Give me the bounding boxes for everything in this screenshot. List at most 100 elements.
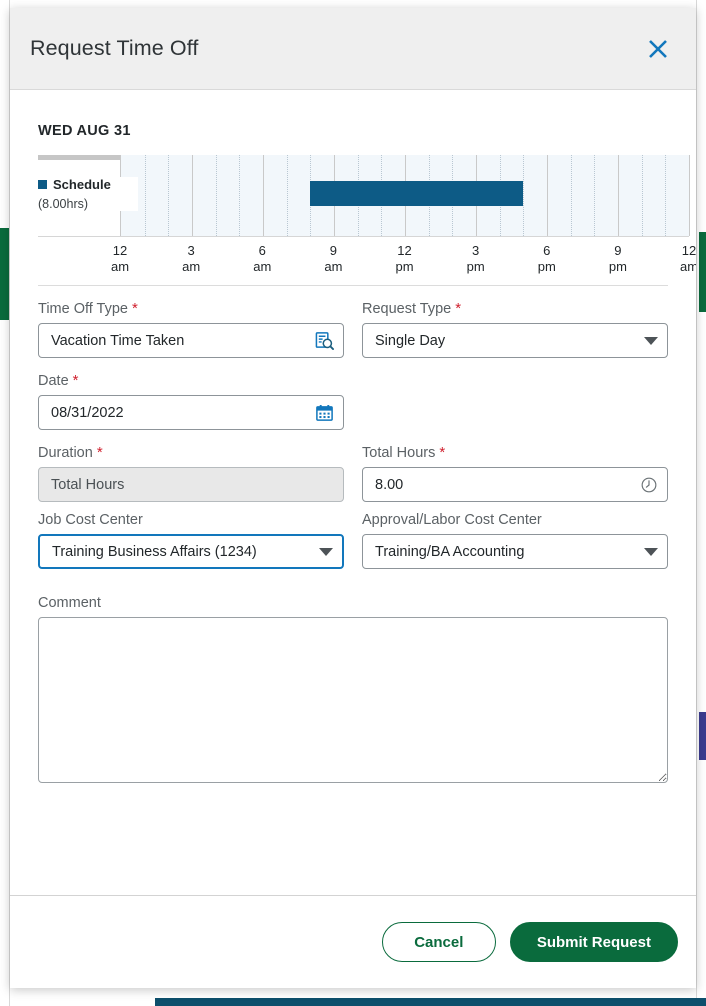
chart-bar-schedule (310, 181, 524, 206)
approval-labor-cost-center-select[interactable]: Training/BA Accounting (362, 534, 668, 569)
chart-x-tick-label: 3 pm (466, 243, 485, 274)
job-cost-center-value: Training Business Affairs (1234) (52, 543, 257, 560)
background-divider-right (696, 0, 697, 1006)
total-hours-label: Total Hours * (362, 444, 668, 461)
total-hours-value: 8.00 (375, 476, 404, 493)
approval-labor-cost-center-label: Approval/Labor Cost Center (362, 512, 668, 528)
duration-input: Total Hours (38, 467, 344, 502)
chart-legend-label: Schedule (53, 177, 111, 192)
chart-gridline-major (689, 155, 690, 236)
close-button[interactable] (642, 33, 674, 65)
required-marker: * (439, 444, 446, 461)
clock-icon[interactable] (640, 476, 658, 494)
chart-x-tick-label: 12 am (679, 243, 696, 274)
duration-label: Duration * (38, 444, 344, 461)
lookup-search-icon[interactable] (315, 331, 334, 350)
form-row-type: Time Off Type * Vacation Time Taken Requ… (38, 300, 668, 358)
job-cost-center-label-text: Job Cost Center (38, 512, 143, 528)
dialog-header: Request Time Off (10, 8, 696, 90)
chart-gridline-major (192, 155, 193, 236)
duration-label-text: Duration (38, 445, 93, 461)
form-row-duration: Duration * Total Hours Total Hours * 8.0… (38, 444, 668, 502)
field-date: Date * 08/31/2022 (38, 372, 344, 430)
field-date-spacer (362, 372, 668, 430)
time-off-form: Time Off Type * Vacation Time Taken Requ… (38, 286, 668, 788)
chart-x-tick-label: 3 am (182, 243, 201, 274)
date-label-text: Date (38, 373, 69, 389)
dialog-footer: Cancel Submit Request (10, 895, 696, 988)
total-hours-label-text: Total Hours (362, 445, 436, 461)
duration-value: Total Hours (51, 476, 125, 493)
chart-legend: Schedule (8.00hrs) (38, 177, 138, 211)
chart-gridline-minor (144, 155, 146, 236)
cancel-button[interactable]: Cancel (381, 922, 496, 962)
field-total-hours: Total Hours * 8.00 (362, 444, 668, 502)
chart-gridline-minor (239, 155, 241, 236)
time-off-type-label: Time Off Type * (38, 300, 344, 317)
field-time-off-type: Time Off Type * Vacation Time Taken (38, 300, 344, 358)
chart-gridline-minor (286, 155, 288, 236)
chart-gridline-minor (641, 155, 643, 236)
chart-legend-hours: (8.00hrs) (38, 197, 89, 211)
chart-gridline-major (547, 155, 548, 236)
background-bottom-bar (155, 998, 706, 1006)
schedule-chart: Schedule (8.00hrs) 12 am 3 am 6 am 9 am 12 pm 3 pm 6… (38, 155, 696, 285)
legend-swatch-icon (38, 180, 47, 189)
chevron-down-icon[interactable] (644, 336, 658, 345)
required-marker: * (455, 300, 462, 317)
close-x-icon (649, 39, 667, 58)
date-value: 08/31/2022 (51, 404, 124, 421)
time-off-type-value: Vacation Time Taken (51, 332, 185, 349)
background-accent-green-left (0, 228, 9, 320)
chart-x-tick-label: 9 pm (608, 243, 627, 274)
chart-x-tick-label: 6 am (253, 243, 272, 274)
chart-gridline-minor (594, 155, 596, 236)
required-marker: * (72, 372, 79, 389)
chevron-down-icon[interactable] (319, 547, 333, 556)
page-title: Request Time Off (30, 36, 199, 60)
chart-gridline-minor (168, 155, 170, 236)
schedule-day-title: WED AUG 31 (38, 123, 131, 139)
time-off-type-input[interactable]: Vacation Time Taken (38, 323, 344, 358)
dialog-body: WED AUG 31 Schedule (8.00hrs) 12 am 3 am 6 am… (10, 90, 696, 895)
background-accent-purple-right (699, 712, 706, 760)
request-type-select[interactable]: Single Day (362, 323, 668, 358)
comment-textarea[interactable] (38, 617, 668, 783)
form-row-cost-center: Job Cost Center Training Business Affair… (38, 512, 668, 569)
chart-x-tick-label: 6 pm (537, 243, 556, 274)
job-cost-center-select[interactable]: Training Business Affairs (1234) (38, 534, 344, 569)
calendar-icon[interactable] (315, 403, 334, 422)
chart-plot-area (120, 155, 690, 236)
required-marker: * (96, 444, 103, 461)
total-hours-input[interactable]: 8.00 (362, 467, 668, 502)
field-duration: Duration * Total Hours (38, 444, 344, 502)
approval-labor-cost-center-value: Training/BA Accounting (375, 543, 525, 560)
required-marker: * (132, 300, 138, 317)
request-type-value: Single Day (375, 332, 446, 349)
date-input[interactable]: 08/31/2022 (38, 395, 344, 430)
chart-gridline-minor (570, 155, 572, 236)
chart-plot-row: Schedule (8.00hrs) (38, 155, 690, 237)
submit-request-button[interactable]: Submit Request (509, 922, 678, 962)
date-label: Date * (38, 372, 344, 389)
request-time-off-dialog: Request Time Off WED AUG 31 Schedule (8.… (10, 8, 696, 988)
field-approval-labor-cost-center: Approval/Labor Cost Center Training/BA A… (362, 512, 668, 569)
chevron-down-icon[interactable] (644, 547, 658, 556)
chart-gridline-major (618, 155, 619, 236)
field-request-type: Request Type * Single Day (362, 300, 668, 358)
chart-x-axis: 12 am 3 am 6 am 9 am 12 pm 3 pm 6 pm 9 pm 12 am (111, 237, 696, 285)
chart-x-tick-label: 12 am (110, 243, 130, 274)
background-accent-green-right (699, 232, 706, 312)
request-type-label: Request Type * (362, 300, 668, 317)
request-type-label-text: Request Type (362, 301, 452, 317)
chart-x-tick-label: 9 am (324, 243, 343, 274)
chart-gridline-minor (523, 155, 525, 236)
field-job-cost-center: Job Cost Center Training Business Affair… (38, 512, 344, 569)
time-off-type-label-text: Time Off Type (38, 301, 128, 317)
chart-gridline-major (263, 155, 264, 236)
chart-x-tick-label: 12 pm (395, 243, 414, 274)
chart-gridline-minor (215, 155, 217, 236)
comment-label: Comment (38, 595, 101, 611)
chart-gridline-minor (665, 155, 667, 236)
job-cost-center-label: Job Cost Center (38, 512, 344, 528)
